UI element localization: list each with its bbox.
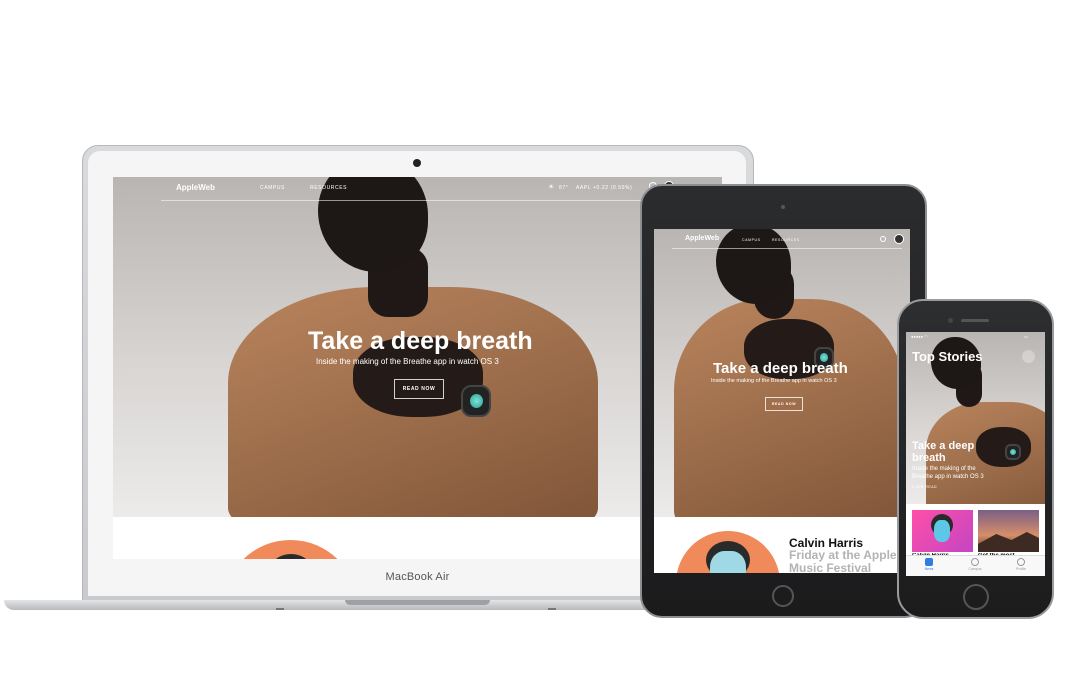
hero-title: Take a deep breath xyxy=(308,327,533,355)
ipad-home-button[interactable] xyxy=(772,585,794,607)
ipad-screen: AppleWeb CAMPUS RESOURCES Take a deep br… xyxy=(654,229,910,573)
macbook-foot-left xyxy=(276,608,284,610)
hero-meta: 3 MIN READ xyxy=(912,485,938,489)
iphone-screen: ●●●●● ◠ ▭ Top Stories Take a deep breath… xyxy=(906,332,1045,576)
iphone-speaker xyxy=(961,319,989,322)
macbook-camera xyxy=(413,159,421,167)
tab-profile[interactable]: Profile xyxy=(1006,558,1036,571)
card-image-calvin[interactable] xyxy=(912,510,973,552)
macbook-screen: AppleWeb CAMPUS RESOURCES ☀ 87° AAPL +0.… xyxy=(113,177,722,559)
macbook-foot-right xyxy=(548,608,556,610)
nav-link-resources[interactable]: RESOURCES xyxy=(310,185,347,191)
card-image-sierra[interactable] xyxy=(978,510,1039,552)
tab-label-campus: Campus xyxy=(968,567,982,571)
hero-subtitle: Inside the making of the Breathe app in … xyxy=(316,357,499,366)
news-icon xyxy=(925,558,933,566)
hero-title: Take a deep breath xyxy=(713,360,848,377)
macbook-notch xyxy=(345,600,490,605)
brand-link[interactable]: AppleWeb xyxy=(685,235,719,242)
hero-title: Take a deep breath xyxy=(912,440,975,464)
article-thumbnail[interactable] xyxy=(223,540,358,559)
profile-icon xyxy=(1017,558,1025,566)
battery-icon: ▭ xyxy=(1024,334,1028,339)
hero-subtitle: Inside the making of the Breathe app in … xyxy=(711,378,837,384)
weather-icon: ☀ xyxy=(548,184,555,191)
nav-divider xyxy=(672,248,902,249)
ipad-camera xyxy=(781,205,785,209)
nav-link-campus[interactable]: CAMPUS xyxy=(742,238,761,242)
tab-news[interactable]: News xyxy=(914,558,944,571)
nav-divider xyxy=(161,200,671,201)
weather-temp: 87° xyxy=(559,185,569,191)
feature-headline[interactable]: Friday at the Apple Music Festival xyxy=(789,549,907,574)
read-now-button[interactable]: READ NOW xyxy=(765,397,803,411)
tab-campus[interactable]: Campus xyxy=(960,558,990,571)
tab-label-news: News xyxy=(924,567,934,571)
search-icon[interactable] xyxy=(1022,350,1035,363)
page-title: Top Stories xyxy=(912,349,983,364)
stock-ticker: AAPL +0.22 (0.50%) xyxy=(576,185,633,191)
avatar[interactable] xyxy=(894,234,904,244)
campus-icon xyxy=(971,558,979,566)
search-icon[interactable] xyxy=(880,236,886,242)
tab-bar: News Campus Profile xyxy=(906,555,1045,576)
ipad-nav: AppleWeb CAMPUS RESOURCES xyxy=(654,229,910,253)
nav-link-resources[interactable]: RESOURCES xyxy=(772,238,800,242)
hero-subtitle: Inside the making of the Breathe app in … xyxy=(912,466,984,480)
watch-icon xyxy=(1007,446,1019,458)
calvin-harris-thumbnail[interactable] xyxy=(676,531,780,573)
iphone-camera xyxy=(948,318,953,323)
status-bar: ●●●●● ◠ xyxy=(911,334,928,339)
macbook-label: MacBook Air xyxy=(385,571,450,583)
watch-icon xyxy=(463,387,489,415)
iphone-home-button[interactable] xyxy=(963,584,989,610)
read-now-button[interactable]: READ NOW xyxy=(394,379,444,399)
tab-label-profile: Profile xyxy=(1016,567,1026,571)
macbook-nav: AppleWeb CAMPUS RESOURCES ☀ 87° AAPL +0.… xyxy=(113,177,722,201)
brand-link[interactable]: AppleWeb xyxy=(176,183,215,192)
nav-link-campus[interactable]: CAMPUS xyxy=(260,185,285,191)
